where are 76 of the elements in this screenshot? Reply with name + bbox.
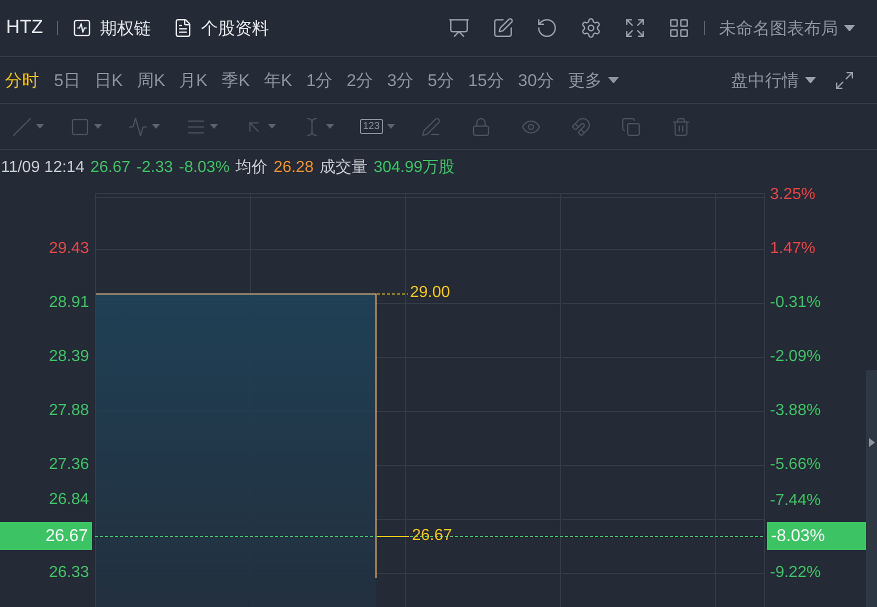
trash-icon bbox=[670, 116, 691, 136]
percent-axis-label: -3.88% bbox=[770, 402, 821, 420]
number-icon: 123 bbox=[360, 119, 383, 134]
price-axis-label: 27.36 bbox=[48, 456, 89, 474]
period-tab[interactable]: 3分 bbox=[387, 68, 414, 92]
zigzag-icon bbox=[128, 116, 148, 136]
price-axis-label: 29.43 bbox=[48, 240, 89, 258]
caret-icon bbox=[805, 76, 816, 84]
quote-value: 均价 bbox=[236, 158, 268, 178]
price-axis-label: 28.91 bbox=[48, 294, 89, 312]
line-icon bbox=[12, 116, 32, 136]
period-tab[interactable]: 分时 bbox=[5, 68, 39, 92]
quote-value: -8.03% bbox=[178, 158, 230, 176]
last-percent-badge: -8.03% bbox=[767, 522, 866, 550]
side-panel-handle[interactable] bbox=[866, 370, 877, 607]
caret-icon bbox=[844, 24, 855, 32]
quote-value: -2.33 bbox=[136, 158, 173, 176]
percent-axis-label: 1.47% bbox=[770, 240, 816, 258]
header-link[interactable]: 个股资料 bbox=[172, 16, 269, 40]
quote-value: 11/09 12:14 bbox=[1, 158, 84, 176]
caret-icon bbox=[210, 124, 218, 129]
ticker-symbol: HTZ bbox=[6, 17, 43, 39]
quote-value: 304.99万股 bbox=[374, 158, 455, 178]
period-tab[interactable]: 15分 bbox=[468, 68, 504, 92]
settings-button[interactable] bbox=[580, 17, 602, 39]
caret-icon bbox=[36, 124, 44, 129]
period-tab[interactable]: 年K bbox=[264, 68, 292, 92]
fullscreen-button[interactable] bbox=[624, 17, 646, 39]
caret-icon bbox=[152, 124, 160, 129]
period-tab[interactable]: 日K bbox=[94, 68, 123, 92]
refresh-button[interactable] bbox=[536, 17, 558, 39]
caret-icon bbox=[326, 124, 334, 129]
percent-axis-label: -7.44% bbox=[770, 492, 821, 510]
expand-button[interactable] bbox=[834, 70, 855, 90]
period-tab[interactable]: 1分 bbox=[306, 68, 333, 92]
period-tab[interactable]: 季K bbox=[222, 68, 250, 92]
last-price-label: 26.67 bbox=[412, 527, 452, 545]
high-price-label: 29.00 bbox=[410, 284, 450, 302]
rectangle-icon bbox=[70, 116, 90, 136]
magnet-icon bbox=[570, 116, 591, 136]
percent-axis-label: 3.25% bbox=[770, 186, 816, 204]
caret-icon bbox=[608, 76, 619, 84]
percent-axis-label: -9.22% bbox=[770, 564, 821, 582]
lock-icon bbox=[470, 116, 491, 136]
period-tab[interactable]: 5分 bbox=[428, 68, 454, 92]
price-axis-label: 26.84 bbox=[48, 491, 89, 509]
period-tab[interactable]: 2分 bbox=[346, 68, 374, 92]
price-axis-label: 27.88 bbox=[48, 402, 89, 420]
period-tab[interactable]: 30分 bbox=[518, 68, 554, 92]
layout-dropdown[interactable]: 未命名图表布局 bbox=[719, 16, 855, 40]
copy-icon bbox=[620, 116, 641, 136]
pen-icon bbox=[420, 116, 441, 136]
header-link[interactable]: 期权链 bbox=[72, 16, 151, 40]
period-tab[interactable]: 周K bbox=[136, 68, 166, 92]
period-tab[interactable]: 月K bbox=[179, 68, 208, 92]
price-axis-label: 26.33 bbox=[48, 564, 89, 582]
quote-value: 成交量 bbox=[320, 158, 368, 178]
caret-icon bbox=[268, 124, 276, 129]
chart-icon bbox=[72, 18, 92, 38]
more-dropdown[interactable]: 更多 bbox=[568, 68, 619, 92]
last-leader-line bbox=[376, 536, 410, 537]
price-axis-label: 28.39 bbox=[48, 348, 89, 366]
percent-axis-label: -2.09% bbox=[770, 348, 821, 366]
quote-value: 26.28 bbox=[274, 158, 314, 176]
chart-button[interactable] bbox=[448, 17, 470, 39]
percent-axis-label: -0.31% bbox=[770, 294, 821, 312]
period-tab[interactable]: 5日 bbox=[54, 68, 80, 92]
document-icon bbox=[172, 18, 193, 38]
percent-axis-label: -5.66% bbox=[770, 456, 821, 474]
caret-icon bbox=[94, 124, 102, 129]
edit-button[interactable] bbox=[492, 17, 514, 39]
quote-value: 26.67 bbox=[90, 158, 130, 176]
session-dropdown[interactable]: 盘中行情 bbox=[731, 68, 816, 92]
caret-icon bbox=[386, 124, 395, 129]
last-price-badge: 26.67 bbox=[0, 522, 92, 550]
grid-button[interactable] bbox=[668, 17, 690, 39]
